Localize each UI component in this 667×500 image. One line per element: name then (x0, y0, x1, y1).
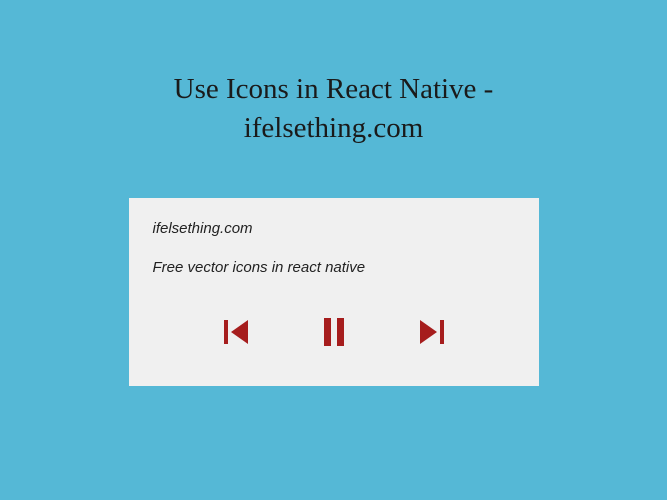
skip-previous-icon[interactable] (212, 308, 260, 356)
pause-icon[interactable] (310, 308, 358, 356)
brand-label: ifelsething.com (153, 220, 515, 237)
skip-next-icon[interactable] (408, 308, 456, 356)
heading-line1: Use Icons in React Native - (174, 73, 494, 105)
demo-card: ifelsething.com Free vector icons in rea… (129, 198, 539, 386)
media-controls (153, 308, 515, 356)
heading-line2: ifelsething.com (244, 112, 424, 144)
subtitle-label: Free vector icons in react native (153, 259, 515, 276)
page-title: Use Icons in React Native - ifelsething.… (174, 70, 494, 148)
